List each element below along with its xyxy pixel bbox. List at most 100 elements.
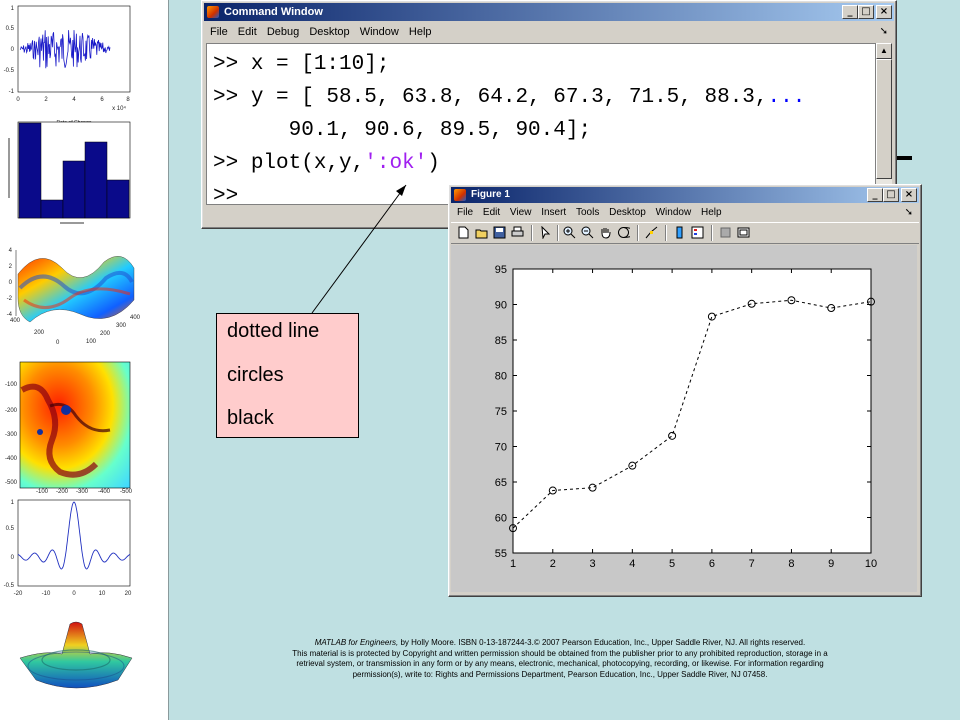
sinc-ytick: 0.5 <box>6 526 15 532</box>
command-window-title: Command Window <box>224 6 323 18</box>
open-file-icon[interactable] <box>475 226 488 239</box>
show-plot-tools-icon[interactable] <box>737 226 750 239</box>
command-window-titlebar[interactable]: Command Window _ □ × <box>204 3 894 21</box>
sinc-xtick: -20 <box>14 591 23 597</box>
undock-icon[interactable]: ➘ <box>880 22 888 42</box>
surface-xtick: 200 <box>34 330 45 336</box>
command-line-3: 90.1, 90.6, 89.5, 90.4]; <box>213 119 592 142</box>
waveform-ytick: 1 <box>11 6 15 12</box>
data-cursor-icon[interactable] <box>645 226 658 239</box>
x-tick-label: 7 <box>749 558 755 570</box>
hide-plot-tools-icon[interactable] <box>719 226 732 239</box>
thumbnail-strip: 1 0.5 0 -0.5 -1 0 2 4 6 8 x 10⁴ Rate of … <box>0 0 169 720</box>
figure-window[interactable]: Figure 1 _ □ × File Edit View Insert Too… <box>448 184 922 597</box>
new-figure-icon[interactable] <box>457 226 470 239</box>
command-window-menubar: File Edit Debug Desktop Window Help ➘ <box>204 22 894 42</box>
menu-file[interactable]: File <box>209 22 229 42</box>
waveform-xtick: 6 <box>100 97 104 103</box>
menu-tools[interactable]: Tools <box>575 204 600 222</box>
y-tick-label: 85 <box>495 335 507 347</box>
sinc-ytick: 0 <box>11 555 15 561</box>
y-tick-label: 70 <box>495 442 507 454</box>
save-icon[interactable] <box>493 226 506 239</box>
copyright-footer: MATLAB for Engineers, by Holly Moore. IS… <box>228 638 892 680</box>
matlab-icon <box>454 189 466 201</box>
fractal-xtick: -200 <box>56 489 69 495</box>
toolbar-separator <box>711 225 713 241</box>
fractal-xtick: -100 <box>36 489 49 495</box>
figure-canvas[interactable]: 1 2 3 4 5 6 7 8 9 10 55 60 65 70 75 80 85 90 95 <box>451 245 917 592</box>
toolbar-separator <box>665 225 667 241</box>
surface-xtick: 400 <box>10 318 21 324</box>
menu-insert[interactable]: Insert <box>540 204 567 222</box>
sinc-xtick: 0 <box>72 591 76 597</box>
plot-area[interactable]: 1 2 3 4 5 6 7 8 9 10 55 60 65 70 75 80 85 90 95 <box>451 245 917 592</box>
scrollbar-thumb[interactable] <box>876 59 892 179</box>
menu-help[interactable]: Help <box>408 22 433 42</box>
menu-desktop[interactable]: Desktop <box>608 204 647 222</box>
maximize-button[interactable]: □ <box>883 188 899 202</box>
waveform-ytick: -1 <box>9 89 15 95</box>
waveform-xtick: 2 <box>44 97 48 103</box>
pan-hand-icon[interactable] <box>599 226 612 239</box>
footer-line-4: permission(s), write to: Rights and Perm… <box>352 669 768 679</box>
fractal-xtick: -400 <box>98 489 111 495</box>
footer-line-3: retrieval system, or transmission in any… <box>296 659 824 668</box>
sinc-xtick: -10 <box>42 591 51 597</box>
x-tick-label: 6 <box>709 558 715 570</box>
menu-edit[interactable]: Edit <box>237 22 258 42</box>
figure-window-title: Figure 1 <box>471 189 510 200</box>
zoom-out-icon[interactable] <box>581 226 594 239</box>
command-prompt[interactable]: >> <box>213 182 251 204</box>
x-tick-label: 10 <box>865 558 877 570</box>
y-tick-label: 90 <box>495 300 507 312</box>
menu-desktop[interactable]: Desktop <box>308 22 350 42</box>
fractal-ytick: -200 <box>5 408 18 414</box>
menu-window[interactable]: Window <box>655 204 693 222</box>
toolbar-separator <box>531 225 533 241</box>
menu-file[interactable]: File <box>456 204 474 222</box>
maximize-button[interactable]: □ <box>858 5 874 19</box>
scroll-up-icon[interactable]: ▲ <box>876 43 892 59</box>
menu-help[interactable]: Help <box>700 204 723 222</box>
print-icon[interactable] <box>511 226 524 239</box>
y-tick-label: 75 <box>495 406 507 418</box>
command-line-1: >> x = [1:10]; <box>213 53 390 76</box>
menu-edit[interactable]: Edit <box>482 204 501 222</box>
edit-plot-icon[interactable] <box>539 226 552 239</box>
toolbar-separator <box>637 225 639 241</box>
ripple-surface-thumbnail <box>16 616 136 692</box>
colorbar-icon[interactable] <box>673 226 686 239</box>
surface-ztick: 0 <box>9 280 13 286</box>
legend-icon[interactable] <box>691 226 704 239</box>
figure-window-titlebar[interactable]: Figure 1 _ □ × <box>451 187 919 203</box>
sinc-ytick: -0.5 <box>4 583 15 589</box>
menu-debug[interactable]: Debug <box>266 22 300 42</box>
surface-xtick: 0 <box>56 340 60 346</box>
surface-ytick: 100 <box>86 339 97 345</box>
vertical-scrollbar[interactable]: ▲ <box>876 43 892 203</box>
x-tick-label: 3 <box>589 558 595 570</box>
y-tick-label: 65 <box>495 477 507 489</box>
undock-icon[interactable]: ➘ <box>905 204 913 222</box>
sinc-xtick: 10 <box>99 591 106 597</box>
close-button[interactable]: × <box>901 188 917 202</box>
waveform-ytick: -0.5 <box>4 68 15 74</box>
close-button[interactable]: × <box>876 5 892 19</box>
menu-view[interactable]: View <box>509 204 533 222</box>
sinc-plot-thumbnail: 1 0.5 0 -0.5 -20 -10 0 10 20 <box>0 496 140 598</box>
x-tick-label: 1 <box>510 558 516 570</box>
y-tick-label: 55 <box>495 548 507 560</box>
minimize-button[interactable]: _ <box>842 5 858 19</box>
callout-box: dotted line circles black <box>216 313 359 438</box>
matlab-icon <box>207 6 219 18</box>
x-tick-label: 4 <box>629 558 635 570</box>
x-tick-label: 8 <box>788 558 794 570</box>
zoom-in-icon[interactable] <box>563 226 576 239</box>
y-tick-label: 80 <box>495 371 507 383</box>
rotate-3d-icon[interactable] <box>617 226 630 239</box>
command-window-console[interactable]: >> x = [1:10]; >> y = [ 58.5, 63.8, 64.2… <box>206 43 876 205</box>
minimize-button[interactable]: _ <box>867 188 883 202</box>
menu-window[interactable]: Window <box>359 22 400 42</box>
waveform-exponent: x 10⁴ <box>112 105 126 112</box>
